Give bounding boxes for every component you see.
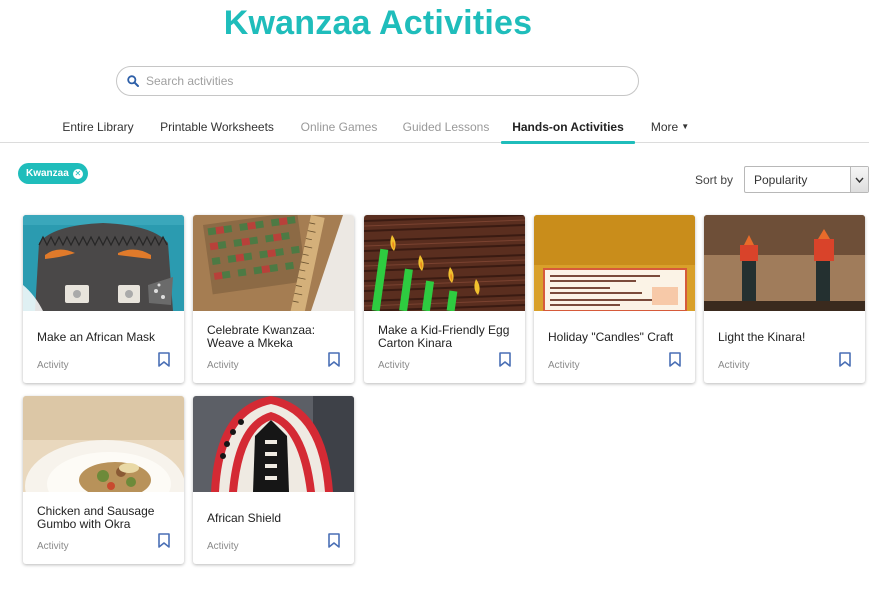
- card-type-label: Activity: [548, 360, 580, 371]
- chevron-down-icon[interactable]: [850, 167, 868, 192]
- bookmark-icon[interactable]: [328, 533, 340, 548]
- card-thumbnail-candles: [534, 215, 695, 311]
- bookmark-icon[interactable]: [499, 352, 511, 367]
- card-title[interactable]: Light the Kinara!: [718, 321, 854, 353]
- card-type-label: Activity: [718, 360, 750, 371]
- bookmark-icon[interactable]: [839, 352, 851, 367]
- card-thumbnail-shield: [193, 396, 354, 492]
- card-thumbnail-mask: [23, 215, 184, 311]
- tab-online-games[interactable]: Online Games: [296, 110, 382, 143]
- activity-card[interactable]: Celebrate Kwanzaa: Weave a Mkeka Activit…: [193, 215, 354, 383]
- tab-more[interactable]: More ▼: [647, 110, 693, 143]
- bookmark-icon[interactable]: [158, 533, 170, 548]
- tab-printable-worksheets[interactable]: Printable Worksheets: [156, 110, 278, 143]
- activity-card[interactable]: Make a Kid-Friendly Egg Carton Kinara Ac…: [364, 215, 525, 383]
- search-input[interactable]: [146, 74, 626, 88]
- page-title: Kwanzaa Activities: [223, 4, 533, 42]
- search-bar[interactable]: [116, 66, 639, 96]
- tab-hands-on-activities[interactable]: Hands-on Activities: [501, 110, 635, 144]
- card-type-label: Activity: [378, 360, 410, 371]
- bookmark-icon[interactable]: [158, 352, 170, 367]
- sort-selected-value: Popularity: [754, 172, 808, 187]
- close-icon[interactable]: ✕: [72, 168, 83, 179]
- card-title[interactable]: Make an African Mask: [37, 321, 173, 353]
- sort-select[interactable]: Popularity: [744, 166, 869, 193]
- sort-label: Sort by: [695, 173, 734, 187]
- tab-entire-library[interactable]: Entire Library: [54, 110, 142, 143]
- tab-guided-lessons[interactable]: Guided Lessons: [398, 110, 494, 143]
- activity-card[interactable]: Chicken and Sausage Gumbo with Okra Acti…: [23, 396, 184, 564]
- caret-down-icon: ▼: [681, 122, 690, 131]
- card-title[interactable]: Chicken and Sausage Gumbo with Okra: [37, 502, 173, 534]
- card-title[interactable]: Holiday "Candles" Craft: [548, 321, 684, 353]
- activity-card[interactable]: Light the Kinara! Activity: [704, 215, 865, 383]
- activity-card[interactable]: Holiday "Candles" Craft Activity: [534, 215, 695, 383]
- card-thumbnail-mkeka: [193, 215, 354, 311]
- card-title[interactable]: Make a Kid-Friendly Egg Carton Kinara: [378, 321, 514, 353]
- card-type-label: Activity: [37, 541, 69, 552]
- category-tabs: Entire Library Printable Worksheets Onli…: [0, 110, 869, 144]
- card-thumbnail-kinara: [364, 215, 525, 311]
- card-type-label: Activity: [207, 541, 239, 552]
- card-type-label: Activity: [207, 360, 239, 371]
- activity-card[interactable]: African Shield Activity: [193, 396, 354, 564]
- card-type-label: Activity: [37, 360, 69, 371]
- filter-chip-kwanzaa[interactable]: Kwanzaa ✕: [18, 163, 88, 184]
- card-thumbnail-light-kinara: [704, 215, 865, 311]
- search-icon: [127, 75, 139, 87]
- card-title[interactable]: African Shield: [207, 502, 343, 534]
- bookmark-icon[interactable]: [669, 352, 681, 367]
- card-thumbnail-gumbo: [23, 396, 184, 492]
- filter-chip-label: Kwanzaa: [26, 168, 69, 179]
- activity-card[interactable]: Make an African Mask Activity: [23, 215, 184, 383]
- tab-more-label: More: [650, 119, 679, 134]
- card-title[interactable]: Celebrate Kwanzaa: Weave a Mkeka: [207, 321, 343, 353]
- bookmark-icon[interactable]: [328, 352, 340, 367]
